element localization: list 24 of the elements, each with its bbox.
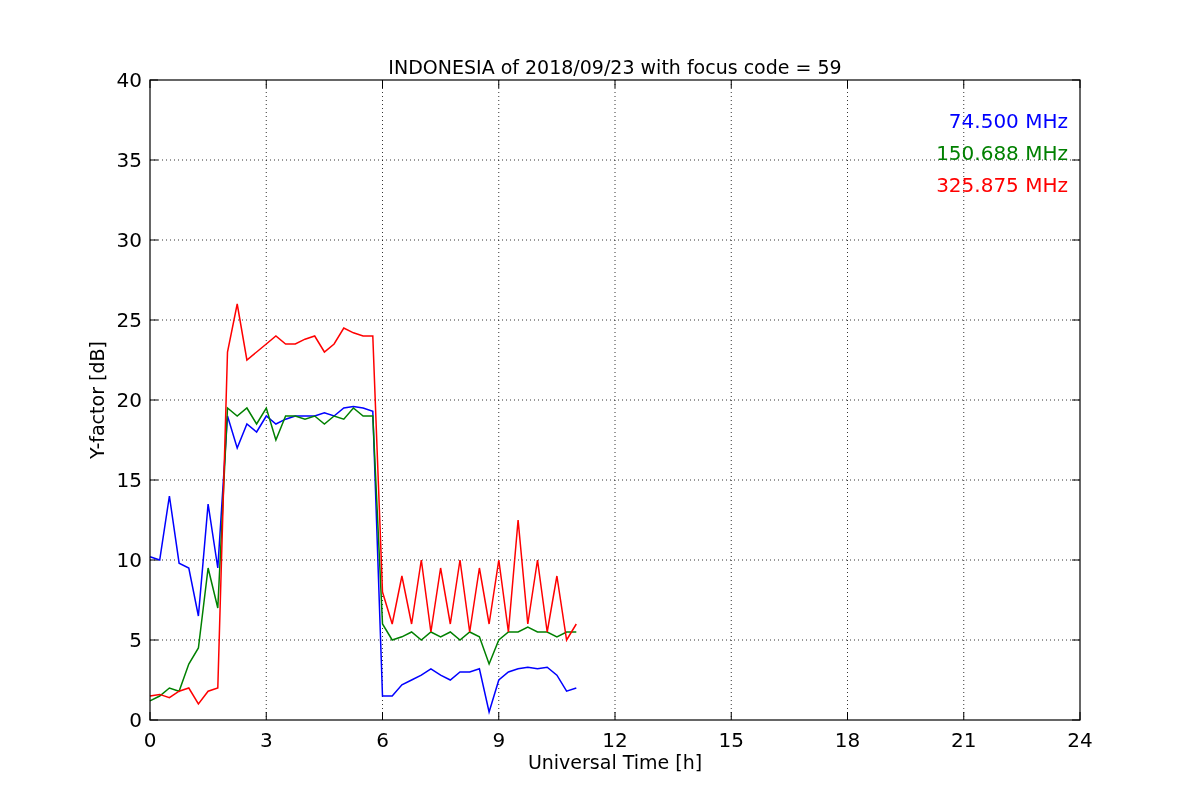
axis-tick-label: 18 [834,728,861,752]
legend-label: 74.500 MHz [948,109,1068,133]
axis-tick-label: 15 [718,728,744,752]
axis-tick-label: 15 [116,468,142,492]
axis-tick-label: 12 [602,728,628,752]
axis-title: Universal Time [h] [527,751,703,773]
axis-tick-label: 35 [116,148,142,172]
axis-title: Y-factor [dB] [86,341,108,459]
axis-tick-label: 30 [116,228,142,252]
axis-tick-label: 5 [129,628,142,652]
axis-tick-label: 0 [143,728,157,752]
chart-title: INDONESIA of 2018/09/23 with focus code = 59 [388,56,842,78]
axis-tick-label: 20 [116,388,142,412]
axis-tick-label: 9 [492,728,506,752]
axis-tick-label: 10 [116,548,142,572]
axis-tick-label: 3 [259,728,273,752]
axis-tick-label: 40 [116,68,142,92]
axis-tick-label: 24 [1067,728,1093,752]
axis-tick-label: 21 [951,728,977,752]
axis-tick-label: 25 [116,308,142,332]
axis-tick-label: 6 [376,728,389,752]
legend-label: 150.688 MHz [936,141,1068,165]
legend-label: 325.875 MHz [936,173,1068,197]
axis-tick-label: 0 [129,708,142,732]
